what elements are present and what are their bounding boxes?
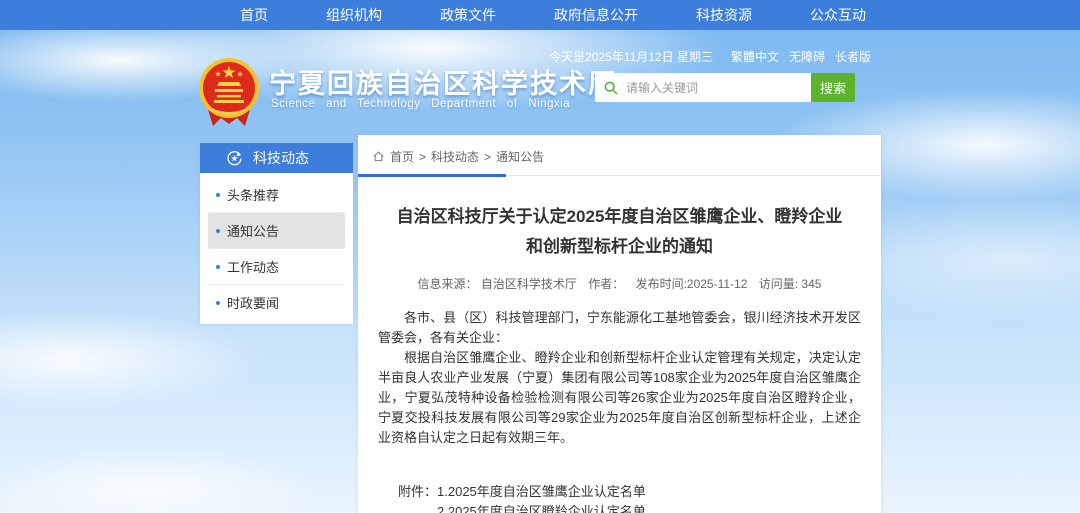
search-bar: 搜索: [595, 73, 855, 102]
top-navigation: 首页 组织机构 政策文件 政府信息公开 科技资源 公众互动: [0, 0, 1080, 30]
article-title-line1: 自治区科技厅关于认定2025年度自治区雏鹰企业、瞪羚企业: [388, 202, 851, 232]
nav-item-interaction[interactable]: 公众互动: [810, 5, 866, 25]
page: 首页 组织机构 政策文件 政府信息公开 科技资源 公众互动 宁夏回族自治: [0, 0, 1080, 513]
nav-item-home[interactable]: 首页: [240, 5, 268, 25]
site-subtitle: Science and Technology Department of Nin…: [271, 98, 570, 110]
search-button[interactable]: 搜索: [811, 73, 855, 102]
article-paragraph: 根据自治区雏鹰企业、瞪羚企业和创新型标杆企业认定管理有关规定，决定认定半亩良人农…: [378, 348, 861, 448]
attachments: 附件： 1.2025年度自治区雏鹰企业认定名单 2.2025年度自治区瞪羚企业认…: [398, 482, 861, 513]
sidebar-item-label: 通知公告: [227, 221, 279, 240]
meta-author: 作者：: [588, 277, 624, 291]
search-input[interactable]: [624, 80, 803, 96]
national-emblem-logo: [197, 56, 261, 130]
nav-item-policy[interactable]: 政策文件: [440, 5, 496, 25]
breadcrumb-separator: >: [484, 150, 491, 164]
sidebar-item-label: 工作动态: [227, 257, 279, 276]
attachments-label: 附件：: [398, 482, 437, 513]
article-body: 各市、县（区）科技管理部门，宁东能源化工基地管委会，银川经济技术开发区管委会，各…: [378, 308, 861, 448]
search-icon: [603, 80, 618, 95]
article-title-line2: 和创新型标杆企业的通知: [388, 232, 851, 262]
attachments-list: 1.2025年度自治区雏鹰企业认定名单 2.2025年度自治区瞪羚企业认定名单 …: [437, 482, 685, 513]
meta-publish-time: 发布时间:2025-11-12: [636, 277, 748, 291]
meta-visits: 访问量: 345: [759, 277, 822, 291]
link-elderly-version[interactable]: 长者版: [835, 48, 871, 65]
site-header: 宁夏回族自治区科学技术厅 Science and Technology Depa…: [195, 30, 881, 135]
sidebar-item-label: 时政要闻: [227, 293, 279, 312]
page-container: 宁夏回族自治区科学技术厅 Science and Technology Depa…: [195, 30, 881, 513]
article-meta: 信息来源： 自治区科学技术厅 作者： 发布时间:2025-11-12 访问量: …: [358, 275, 881, 292]
current-date: 今天是2025年11月12日 星期三: [549, 48, 713, 65]
sidebar: 科技动态 头条推荐 通知公告 工作动态 时政要闻: [200, 143, 353, 324]
breadcrumb-section[interactable]: 科技动态: [431, 148, 479, 165]
article-title: 自治区科技厅关于认定2025年度自治区雏鹰企业、瞪羚企业 和创新型标杆企业的通知: [388, 202, 851, 262]
sidebar-header: 科技动态: [200, 143, 353, 173]
meta-source: 信息来源： 自治区科学技术厅: [418, 277, 577, 291]
sidebar-item-political-news[interactable]: 时政要闻: [208, 285, 345, 320]
link-accessibility[interactable]: 无障碍: [789, 48, 825, 65]
language-links: 繁體中文 无障碍 长者版: [731, 48, 871, 65]
nav-item-gov-info[interactable]: 政府信息公开: [554, 5, 638, 25]
sidebar-item-headlines[interactable]: 头条推荐: [208, 177, 345, 213]
nav-item-organization[interactable]: 组织机构: [326, 5, 382, 25]
link-traditional-chinese[interactable]: 繁體中文: [731, 48, 779, 65]
bullet-dot: [216, 301, 220, 305]
home-icon: [372, 150, 385, 163]
main-panel: 首页 > 科技动态 > 通知公告 自治区科技厅关于认定2025年度自治区雏鹰企业…: [358, 135, 881, 513]
site-title: 宁夏回族自治区科学技术厅: [269, 62, 617, 101]
breadcrumb-home[interactable]: 首页: [390, 148, 414, 165]
bullet-dot: [216, 265, 220, 269]
bullet-dot: [216, 229, 220, 233]
sidebar-list: 头条推荐 通知公告 工作动态 时政要闻: [200, 173, 353, 324]
breadcrumb-current[interactable]: 通知公告: [496, 148, 544, 165]
sidebar-item-notices[interactable]: 通知公告: [208, 213, 345, 249]
header-top-row: 今天是2025年11月12日 星期三 繁體中文 无障碍 长者版: [549, 48, 871, 65]
attachment-link[interactable]: 2.2025年度自治区瞪羚企业认定名单: [437, 502, 685, 513]
article-paragraph: 各市、县（区）科技管理部门，宁东能源化工基地管委会，银川经济技术开发区管委会，各…: [378, 308, 861, 348]
search-box: [595, 73, 811, 102]
sidebar-item-work-dynamics[interactable]: 工作动态: [208, 249, 345, 285]
sidebar-item-label: 头条推荐: [227, 185, 279, 204]
bullet-dot: [216, 193, 220, 197]
sidebar-title: 科技动态: [253, 148, 309, 168]
nav-item-resources[interactable]: 科技资源: [696, 5, 752, 25]
breadcrumb: 首页 > 科技动态 > 通知公告: [358, 135, 881, 176]
star-refresh-icon: [226, 150, 243, 167]
breadcrumb-separator: >: [419, 150, 426, 164]
attachment-link[interactable]: 1.2025年度自治区雏鹰企业认定名单: [437, 482, 685, 502]
